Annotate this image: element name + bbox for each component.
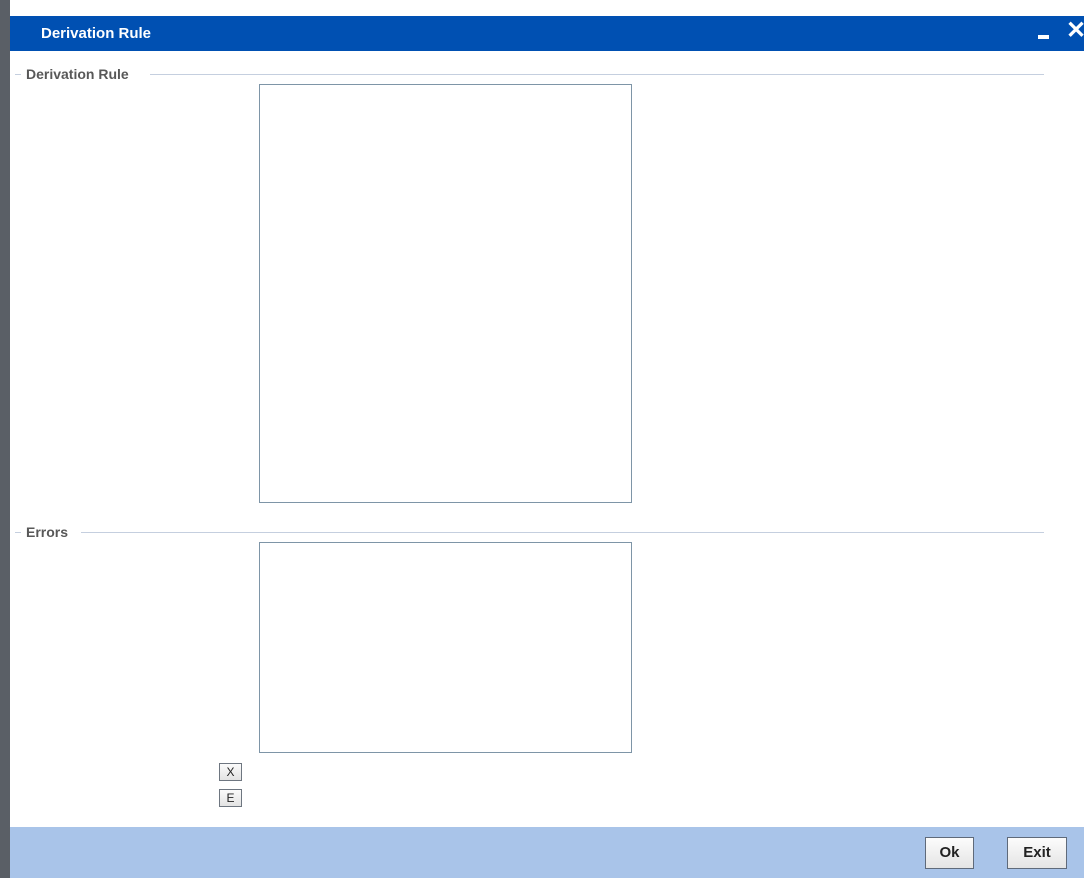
section-divider bbox=[15, 532, 21, 533]
section-divider bbox=[81, 532, 1044, 533]
derivation-rule-legend: Derivation Rule bbox=[26, 66, 129, 82]
window-left-border bbox=[0, 0, 10, 878]
section-divider bbox=[150, 74, 1044, 75]
minimize-icon[interactable] bbox=[1038, 35, 1049, 39]
clear-errors-button[interactable]: X bbox=[219, 763, 242, 781]
errors-section-header: Errors bbox=[10, 524, 1044, 540]
footer-bar: Ok Exit bbox=[10, 827, 1084, 878]
derivation-rule-section-header: Derivation Rule bbox=[10, 66, 1044, 82]
errors-legend: Errors bbox=[26, 524, 69, 540]
derivation-rule-window: Derivation Rule ✕ Derivation Rule Errors… bbox=[0, 0, 1084, 878]
expand-errors-button[interactable]: E bbox=[219, 789, 242, 807]
window-title: Derivation Rule bbox=[41, 25, 152, 42]
exit-button[interactable]: Exit bbox=[1007, 837, 1067, 869]
derivation-rule-textarea[interactable] bbox=[259, 84, 632, 503]
errors-textarea[interactable] bbox=[259, 542, 632, 753]
close-icon[interactable]: ✕ bbox=[1066, 19, 1084, 43]
section-divider bbox=[15, 74, 21, 75]
ok-button[interactable]: Ok bbox=[925, 837, 974, 869]
title-bar[interactable]: Derivation Rule ✕ bbox=[10, 16, 1084, 51]
